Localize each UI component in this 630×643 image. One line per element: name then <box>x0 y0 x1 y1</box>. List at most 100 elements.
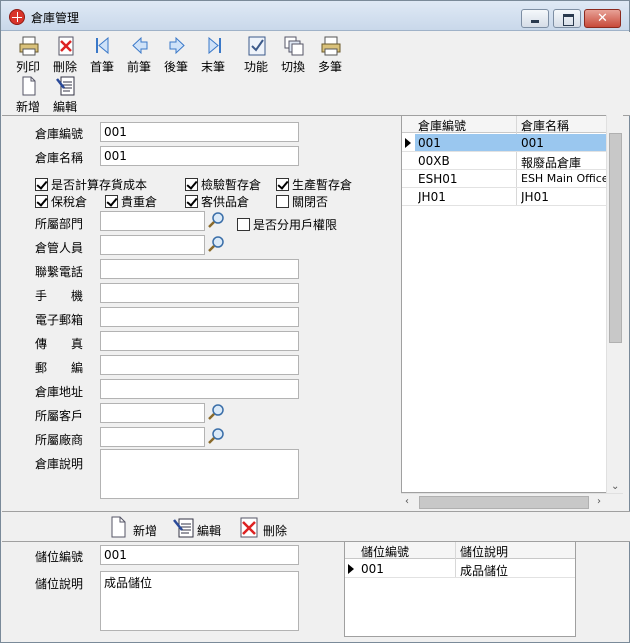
function-label: 功能 <box>243 60 268 74</box>
keeper-lookup-icon[interactable] <box>207 235 225 253</box>
user-permission-label: 是否分用戶權限 <box>253 218 338 232</box>
valuable-checkbox[interactable]: 貴重倉 <box>105 193 157 210</box>
checkbox-box <box>35 178 48 191</box>
table-row[interactable]: 001 成品儲位 <box>345 560 575 578</box>
zip-label: 郵 編 <box>35 361 84 375</box>
table-row[interactable]: ESH01 ESH Main Office <box>402 170 607 188</box>
multi-record-label: 多筆 <box>317 60 342 74</box>
address-label: 倉庫地址 <box>35 385 84 399</box>
app-window: 倉庫管理 ✕ 列印 刪除 首筆 前筆 後筆 末筆 功能 切換 多筆 新增 編輯 … <box>0 0 630 643</box>
maximize-button[interactable] <box>553 9 581 28</box>
mobile-field[interactable] <box>100 283 299 303</box>
customer-field[interactable] <box>100 403 205 423</box>
current-row-pointer-icon <box>405 138 411 148</box>
department-field[interactable] <box>100 211 205 231</box>
location-add-button[interactable]: 新增 <box>109 516 159 538</box>
checkbox-box <box>105 195 118 208</box>
row-code: 001 <box>418 136 441 150</box>
description-field[interactable] <box>100 449 299 499</box>
function-icon <box>248 36 266 56</box>
scrollbar-thumb[interactable] <box>609 133 622 343</box>
row-name: 報廢品倉庫 <box>521 156 582 170</box>
customer-lookup-icon[interactable] <box>207 403 225 421</box>
delete-button[interactable]: 刪除 <box>45 34 85 76</box>
location-desc-label: 儲位說明 <box>35 577 84 591</box>
customer-supplied-checkbox[interactable]: 客供品倉 <box>185 193 249 210</box>
keeper-label: 倉管人員 <box>35 241 84 255</box>
location-edit-button[interactable]: 編輯 <box>173 516 229 538</box>
last-record-button[interactable]: 末筆 <box>193 34 233 76</box>
col-header-location-desc[interactable]: 儲位說明 <box>460 543 508 560</box>
function-button[interactable]: 功能 <box>236 34 276 76</box>
prev-record-button[interactable]: 前筆 <box>119 34 159 76</box>
location-delete-button[interactable]: 刪除 <box>239 516 295 538</box>
vendor-lookup-icon[interactable] <box>207 427 225 445</box>
minimize-button[interactable] <box>521 9 549 28</box>
closed-checkbox[interactable]: 關閉否 <box>276 193 328 210</box>
edit-label: 編輯 <box>52 100 77 114</box>
location-grid: 儲位編號 儲位說明 001 成品儲位 <box>344 542 576 637</box>
warehouse-name-label: 倉庫名稱 <box>35 151 84 165</box>
inspection-temp-checkbox[interactable]: 檢驗暫存倉 <box>185 176 261 193</box>
first-record-icon <box>96 36 109 55</box>
zip-field[interactable] <box>100 355 299 375</box>
delete-label: 刪除 <box>52 60 77 74</box>
checkbox-box <box>185 195 198 208</box>
edit-button[interactable]: 編輯 <box>45 74 85 116</box>
phone-field[interactable] <box>100 259 299 279</box>
multi-record-icon <box>321 36 341 56</box>
description-label: 倉庫說明 <box>35 457 84 471</box>
location-code-label: 儲位編號 <box>35 550 84 564</box>
warehouse-code-label: 倉庫編號 <box>35 127 84 141</box>
email-field[interactable] <box>100 307 299 327</box>
delete-icon <box>58 36 74 56</box>
location-code-field[interactable]: 001 <box>100 545 299 565</box>
scroll-down-icon[interactable]: ⌄ <box>611 481 619 492</box>
col-header-location-code[interactable]: 儲位編號 <box>361 543 409 560</box>
vendor-field[interactable] <box>100 427 205 447</box>
department-lookup-icon[interactable] <box>207 211 225 229</box>
location-desc-field[interactable]: 成品儲位 <box>100 571 299 631</box>
warehouse-name-field[interactable]: 001 <box>100 146 299 166</box>
delete-icon <box>240 517 258 538</box>
mobile-label: 手 機 <box>35 289 84 303</box>
add-button[interactable]: 新增 <box>8 74 48 116</box>
cost-calc-checkbox[interactable]: 是否計算存貨成本 <box>35 176 147 193</box>
switch-icon <box>284 36 304 56</box>
email-label: 電子郵箱 <box>35 313 84 327</box>
first-record-button[interactable]: 首筆 <box>82 34 122 76</box>
prev-record-icon <box>132 36 148 55</box>
address-field[interactable] <box>100 379 299 399</box>
print-button[interactable]: 列印 <box>8 34 48 76</box>
row-name: ESH Main Office <box>521 172 607 185</box>
table-row[interactable]: JH01 JH01 <box>402 188 607 206</box>
col-header-code[interactable]: 倉庫編號 <box>418 117 466 134</box>
close-button[interactable]: ✕ <box>584 9 621 28</box>
scrollbar-thumb[interactable] <box>419 496 589 509</box>
close-icon: ✕ <box>597 11 608 26</box>
warehouse-grid-vertical-scrollbar[interactable]: ⌄ <box>606 115 623 493</box>
fax-field[interactable] <box>100 331 299 351</box>
next-record-icon <box>169 36 185 55</box>
switch-button[interactable]: 切換 <box>273 34 313 76</box>
bonded-checkbox[interactable]: 保稅倉 <box>35 193 87 210</box>
valuable-label: 貴重倉 <box>121 195 158 209</box>
table-row[interactable]: 00XB 報廢品倉庫 <box>402 152 607 170</box>
keeper-field[interactable] <box>100 235 205 255</box>
cost-calc-label: 是否計算存貨成本 <box>51 178 148 192</box>
location-toolbar: 新增 編輯 刪除 <box>2 512 630 542</box>
col-header-name[interactable]: 倉庫名稱 <box>521 117 569 134</box>
window-title: 倉庫管理 <box>31 11 80 25</box>
bonded-label: 保稅倉 <box>51 195 88 209</box>
production-temp-checkbox[interactable]: 生產暫存倉 <box>276 176 352 193</box>
location-edit-label: 編輯 <box>197 524 222 538</box>
table-row[interactable]: 001 001 <box>402 134 607 152</box>
scroll-right-icon[interactable]: › <box>597 496 601 507</box>
warehouse-code-field[interactable]: 001 <box>100 122 299 142</box>
multi-record-button[interactable]: 多筆 <box>310 34 350 76</box>
next-record-button[interactable]: 後筆 <box>156 34 196 76</box>
first-record-label: 首筆 <box>89 60 114 74</box>
warehouse-grid-horizontal-scrollbar[interactable]: ‹ › <box>401 493 623 510</box>
user-permission-checkbox[interactable]: 是否分用戶權限 <box>237 216 337 233</box>
scroll-left-icon[interactable]: ‹ <box>405 496 409 507</box>
